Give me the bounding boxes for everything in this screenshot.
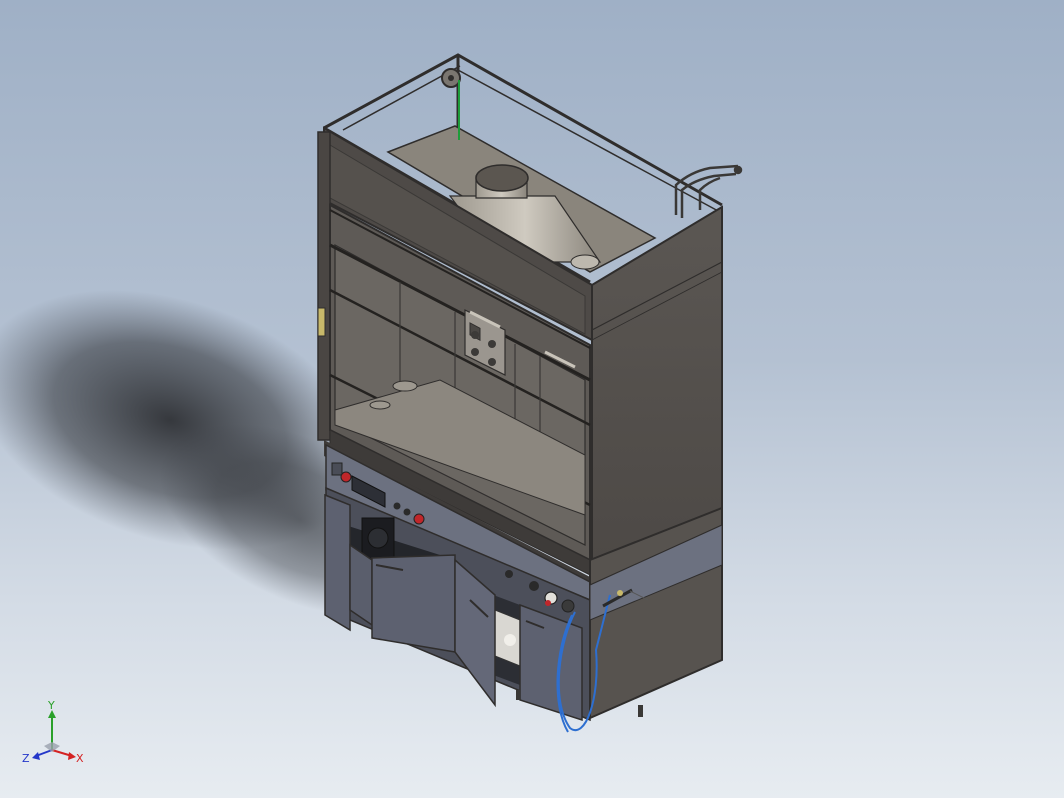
z-arrow <box>32 752 40 760</box>
orientation-triad[interactable]: Y X Z <box>18 700 90 772</box>
graphics-viewport[interactable]: Y X Z <box>0 0 1064 798</box>
cabinet-door-3[interactable] <box>371 554 456 653</box>
x-arrow <box>68 752 76 760</box>
model-view[interactable] <box>0 0 1064 798</box>
left-post <box>317 131 331 441</box>
x-axis-label: X <box>76 752 84 765</box>
gas-pipes <box>674 164 743 218</box>
z-axis-label: Z <box>22 752 30 765</box>
y-axis-label: Y <box>47 700 55 712</box>
side-indicator-strip <box>317 307 326 337</box>
cabinet-door-2[interactable] <box>349 543 373 627</box>
triad-origin <box>44 742 60 752</box>
cabinet-door-1[interactable] <box>324 493 351 632</box>
